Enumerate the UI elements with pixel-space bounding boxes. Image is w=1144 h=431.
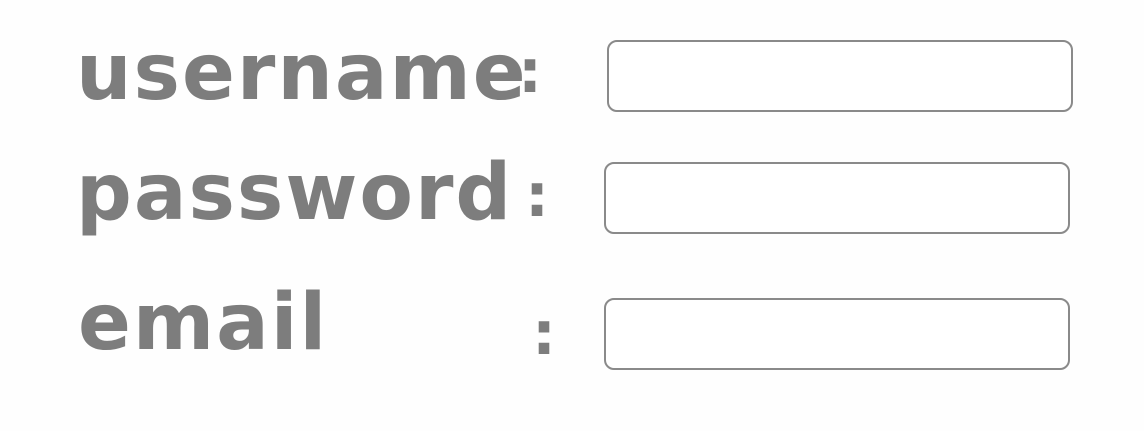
username-label: username (76, 28, 528, 118)
email-row: email : (0, 280, 1144, 400)
password-input[interactable] (604, 162, 1070, 234)
username-input[interactable] (607, 40, 1073, 112)
username-colon: : (518, 37, 542, 107)
email-colon: : (532, 299, 556, 369)
signup-form: username : password : email : (0, 0, 1144, 431)
password-label: password (76, 148, 514, 238)
username-row: username : (0, 30, 1144, 150)
password-colon: : (525, 161, 549, 231)
email-label: email (78, 278, 329, 368)
password-row: password : (0, 150, 1144, 270)
email-input[interactable] (604, 298, 1070, 370)
